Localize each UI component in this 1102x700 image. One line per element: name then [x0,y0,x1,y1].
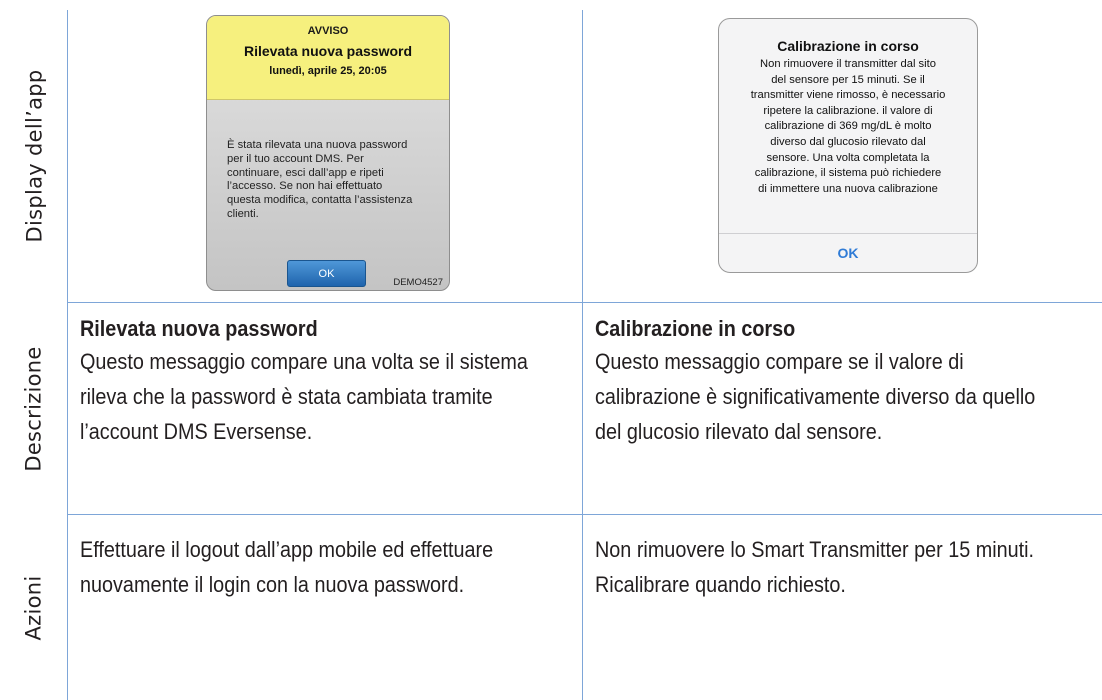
calibration-message-line: sensore. Una volta completata la [766,151,930,164]
alert-message-line: È stata rilevata una nuova password [227,139,408,151]
alert-message-line: questa modifica, contatta l’assistenza [227,194,413,207]
calibration-message-line: calibrazione di 369 mg/dL è molto [764,120,932,133]
azioni-left-line: nuovamente il login con la nuova passwor… [80,572,465,597]
azioni-right-line: Ricalibrare quando richiesto. [595,572,846,597]
calibration-message-line: del sensore per 15 minuti. Se il [771,73,925,86]
alert-message-line: continuare, esci dall’app e ripeti [227,166,384,179]
descrizione-right-cell: Calibrazione in corso Questo messaggio c… [595,314,1095,449]
alert-header: AVVISO Rilevata nuova password lunedì, a… [207,16,449,100]
row-label-descrizione-text: Descrizione [22,345,46,472]
alert-ok-button[interactable]: OK [287,260,366,287]
row-label-azioni: Azioni [0,515,68,700]
descrizione-left-cell: Rilevata nuova password Questo messaggio… [80,314,576,449]
calibration-message-line: diverso dal glucosio rilevato dal [770,135,926,148]
row-divider-2 [68,514,1102,515]
descrizione-left-line: rileva che la password è stata cambiata … [80,384,493,409]
descrizione-right-line: del glucosio rilevato dal sensore. [595,419,883,444]
descrizione-left-title: Rilevata nuova password [80,316,318,341]
alert-message-line: l’accesso. Se non hai effettuato [227,180,383,193]
row-label-descrizione: Descrizione [0,303,68,514]
descrizione-right-line: calibrazione è significativamente divers… [595,384,1036,409]
alert-header-label: AVVISO [307,25,349,37]
calibration-message-line: calibrazione, il sistema può richiedere [754,167,942,180]
azioni-right-cell: Non rimuovere lo Smart Transmitter per 1… [595,532,1095,602]
azioni-right-line: Non rimuovere lo Smart Transmitter per 1… [595,537,1035,562]
calibration-dialog: Calibrazione in corso Non rimuovere il t… [718,18,978,273]
descrizione-left-body: Questo messaggio compare una volta se il… [80,344,576,449]
calibration-message-line: di immettere una nuova calibrazione [758,182,938,195]
alert-message: È stata rilevata una nuova password per … [227,139,435,222]
calibration-message: Non rimuovere il transmitter dal sito de… [719,57,977,197]
calibration-message-line: transmitter viene rimosso, è necessario [750,89,946,102]
descrizione-right-line: Questo messaggio compare se il valore di [595,349,964,374]
row-label-azioni-text: Azioni [21,574,46,641]
calibration-message-line: ripetere la calibrazione. il valore di [763,104,933,117]
calibration-title: Calibrazione in corso [777,38,919,54]
alert-message-line: clienti. [227,207,259,220]
alert-title: Rilevata nuova password [243,43,413,59]
azioni-left-line: Effettuare il logout dall’app mobile ed … [80,537,494,562]
row-divider-1 [68,302,1102,303]
alert-datetime: lunedì, aprile 25, 20:05 [269,65,387,77]
calibration-message-line: Non rimuovere il transmitter dal sito [760,58,936,70]
column-divider-middle [582,10,583,700]
calibration-ok-button[interactable]: OK [719,234,977,272]
azioni-left-cell: Effettuare il logout dall’app mobile ed … [80,532,576,602]
descrizione-left-line: Questo messaggio compare una volta se il… [80,349,528,374]
descrizione-right-body: Questo messaggio compare se il valore di… [595,344,1095,449]
row-label-display: Display dell’app [0,10,68,302]
azioni-left-body: Effettuare il logout dall’app mobile ed … [80,532,576,602]
alert-message-line: per il tuo account DMS. Per [227,152,364,165]
row-label-display-text: Display dell’app [22,69,47,243]
descrizione-right-title: Calibrazione in corso [595,316,796,341]
descrizione-left-line: l’account DMS Eversense. [80,419,313,444]
password-alert-dialog: AVVISO Rilevata nuova password lunedì, a… [206,15,450,291]
azioni-right-body: Non rimuovere lo Smart Transmitter per 1… [595,532,1095,602]
alert-code: DEMO4527 [393,277,443,288]
